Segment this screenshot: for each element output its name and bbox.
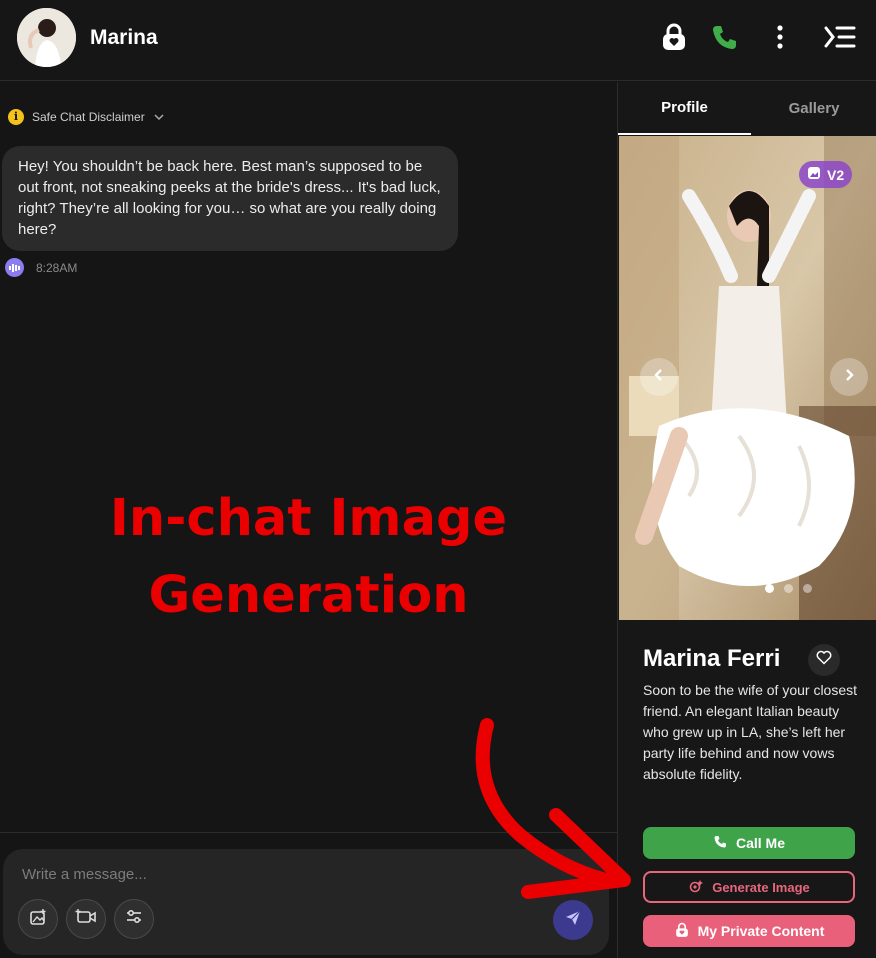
carousel-dot[interactable] [802, 584, 812, 593]
generate-image-label: Generate Image [712, 879, 810, 895]
message-bubble: Hey! You shouldn’t be back here. Best ma… [2, 146, 458, 251]
lock-heart-icon[interactable] [659, 22, 689, 52]
collapse-panel-icon[interactable] [824, 22, 856, 52]
lock-heart-icon [674, 922, 690, 941]
carousel-dot[interactable] [783, 584, 793, 593]
favorite-button[interactable] [808, 644, 840, 676]
image-upload-button[interactable] [18, 899, 58, 939]
composer-divider [0, 832, 617, 833]
overlay-caption: In-chat Image Generation [0, 480, 617, 634]
chat-settings-button[interactable] [114, 899, 154, 939]
chevron-right-icon [842, 368, 856, 387]
chevron-down-icon [153, 108, 165, 126]
generate-image-icon [688, 879, 704, 896]
message-meta: 8:28AM [5, 258, 77, 277]
send-icon [564, 909, 582, 932]
profile-panel: Profile Gallery V2 Marina Ferri Soon to … [617, 82, 876, 958]
info-icon: i [8, 108, 24, 125]
safe-chat-disclaimer[interactable]: i Safe Chat Disclaimer [8, 108, 165, 125]
call-me-label: Call Me [735, 835, 785, 851]
disclaimer-label: Safe Chat Disclaimer [32, 109, 145, 124]
contact-name: Marina [90, 26, 158, 49]
overlay-line-2: Generation [148, 566, 469, 625]
message-input[interactable] [22, 863, 522, 885]
more-vertical-icon[interactable] [765, 22, 795, 52]
heart-icon [816, 650, 832, 670]
send-button[interactable] [553, 900, 593, 940]
phone-icon [713, 834, 728, 852]
version-badge: V2 [799, 161, 853, 188]
private-content-button[interactable]: My Private Content [643, 915, 855, 947]
message-composer [3, 849, 609, 955]
carousel-dot[interactable] [764, 584, 774, 593]
version-badge-label: V2 [827, 166, 845, 183]
chat-area: i Safe Chat Disclaimer Hey! You shouldn’… [0, 82, 617, 958]
phone-icon[interactable] [710, 22, 740, 52]
settings-sliders-icon [125, 909, 143, 930]
image-badge-icon [807, 166, 821, 183]
overlay-line-1: In-chat Image [109, 489, 508, 548]
app: Marina i Safe Chat Disclaimer Hey! You s… [0, 0, 876, 958]
image-icon [29, 908, 47, 931]
tab-gallery[interactable]: Gallery [751, 82, 876, 135]
avatar[interactable] [17, 8, 76, 67]
private-content-label: My Private Content [697, 923, 825, 939]
message-timestamp: 8:28AM [36, 260, 78, 275]
tab-profile[interactable]: Profile [618, 82, 751, 135]
video-button[interactable] [66, 899, 106, 939]
voice-play-icon[interactable] [5, 258, 24, 277]
profile-photo-carousel: V2 [619, 136, 876, 620]
video-icon [75, 908, 97, 930]
carousel-prev-button[interactable] [640, 358, 678, 396]
call-me-button[interactable]: Call Me [643, 827, 855, 859]
profile-bio: Soon to be the wife of your closest frie… [643, 682, 858, 782]
carousel-dots [619, 584, 876, 593]
chevron-left-icon [652, 368, 666, 387]
generate-image-button[interactable]: Generate Image [643, 871, 855, 903]
chat-header: Marina [0, 0, 876, 81]
carousel-next-button[interactable] [830, 358, 868, 396]
profile-name: Marina Ferri [643, 645, 781, 672]
